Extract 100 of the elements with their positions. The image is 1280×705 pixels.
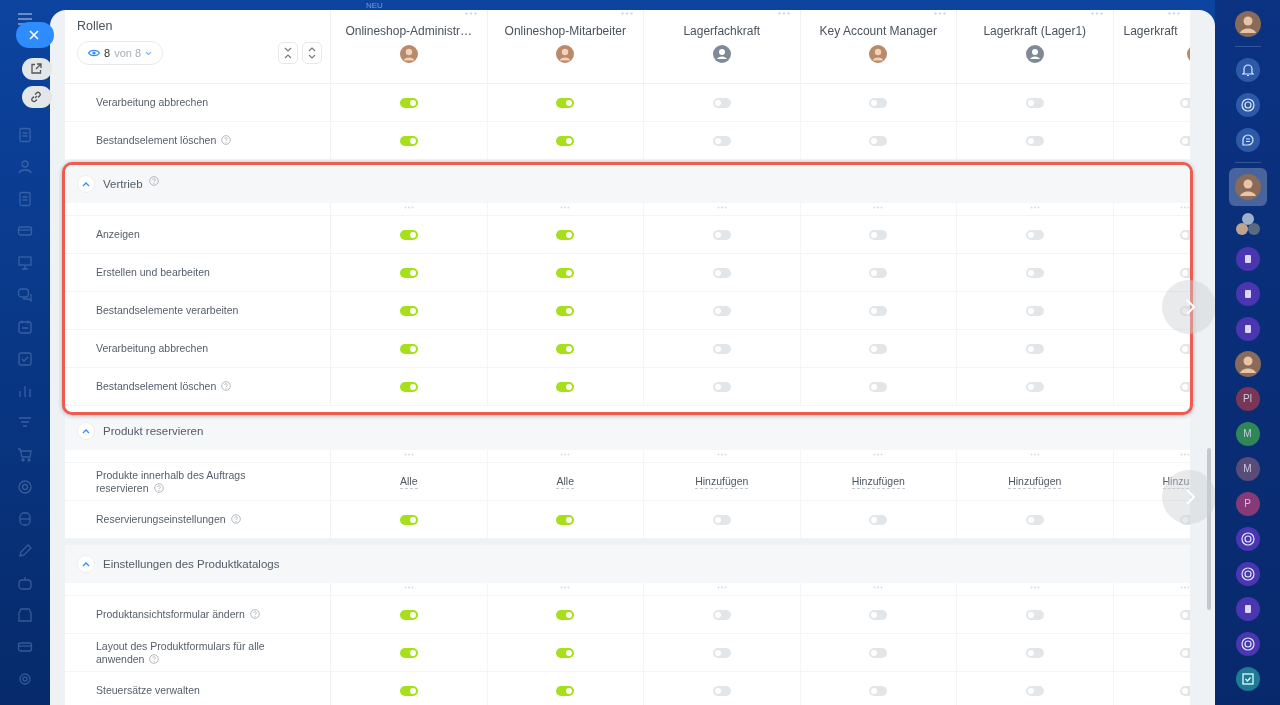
help-icon[interactable] bbox=[230, 514, 241, 524]
permission-switch[interactable] bbox=[556, 381, 575, 392]
target-icon[interactable] bbox=[17, 479, 33, 495]
permission-switch[interactable] bbox=[869, 267, 888, 278]
more-icon[interactable] bbox=[1179, 206, 1190, 209]
document-icon[interactable] bbox=[17, 127, 33, 143]
more-icon[interactable] bbox=[716, 453, 727, 456]
permission-switch[interactable] bbox=[869, 97, 888, 108]
permission-switch[interactable] bbox=[1025, 229, 1044, 240]
permission-switch[interactable] bbox=[712, 685, 731, 696]
more-icon[interactable] bbox=[716, 586, 727, 589]
more-icon[interactable] bbox=[1029, 586, 1040, 589]
permission-switch[interactable] bbox=[556, 305, 575, 316]
help-icon[interactable] bbox=[149, 653, 160, 664]
link-button[interactable] bbox=[22, 86, 52, 108]
permission-switch[interactable] bbox=[869, 514, 888, 525]
permission-switch[interactable] bbox=[556, 229, 575, 240]
permission-switch[interactable] bbox=[712, 647, 731, 658]
people-icon[interactable] bbox=[17, 159, 33, 175]
box-icon[interactable] bbox=[17, 511, 33, 527]
more-icon[interactable] bbox=[1029, 453, 1040, 456]
permission-switch[interactable] bbox=[1025, 267, 1044, 278]
permission-switch[interactable] bbox=[712, 97, 731, 108]
permission-switch[interactable] bbox=[869, 685, 888, 696]
checkbox-icon[interactable] bbox=[17, 351, 33, 367]
permission-switch[interactable] bbox=[712, 343, 731, 354]
board-icon[interactable] bbox=[17, 255, 33, 271]
collapse-toggle[interactable] bbox=[77, 555, 95, 573]
card-icon[interactable] bbox=[17, 639, 33, 655]
help-icon[interactable] bbox=[148, 176, 159, 186]
help-icon[interactable] bbox=[153, 482, 164, 493]
permission-switch[interactable] bbox=[399, 305, 418, 316]
open-in-new-button[interactable] bbox=[22, 58, 52, 80]
more-icon[interactable] bbox=[873, 453, 884, 456]
permission-switch[interactable] bbox=[399, 343, 418, 354]
permission-switch[interactable] bbox=[869, 135, 888, 146]
expand-all-button[interactable] bbox=[302, 42, 322, 64]
more-icon[interactable] bbox=[873, 586, 884, 589]
more-icon[interactable] bbox=[621, 12, 633, 15]
access-level-link[interactable]: Hinzufügen bbox=[851, 474, 905, 489]
permission-switch[interactable] bbox=[1025, 97, 1044, 108]
access-level-link[interactable]: Alle bbox=[400, 474, 418, 489]
chat-icon[interactable] bbox=[17, 287, 33, 303]
collapse-toggle[interactable] bbox=[77, 175, 95, 193]
collapse-all-button[interactable] bbox=[278, 42, 298, 64]
permission-switch[interactable] bbox=[1025, 514, 1044, 525]
more-icon[interactable] bbox=[403, 453, 414, 456]
more-icon[interactable] bbox=[1179, 586, 1190, 589]
permission-switch[interactable] bbox=[1025, 305, 1044, 316]
close-button[interactable] bbox=[16, 22, 54, 48]
permission-switch[interactable] bbox=[556, 609, 575, 620]
chart-icon[interactable] bbox=[17, 383, 33, 399]
more-icon[interactable] bbox=[716, 206, 727, 209]
calendar-icon[interactable] bbox=[17, 319, 33, 335]
more-icon[interactable] bbox=[560, 453, 571, 456]
permission-switch[interactable] bbox=[1025, 647, 1044, 658]
more-icon[interactable] bbox=[560, 206, 571, 209]
sidebar-item[interactable] bbox=[1228, 168, 1267, 206]
permission-switch[interactable] bbox=[1025, 135, 1044, 146]
collapse-toggle[interactable] bbox=[77, 422, 95, 440]
permission-switch[interactable] bbox=[399, 609, 418, 620]
permission-switch[interactable] bbox=[869, 609, 888, 620]
scroll-right-button[interactable] bbox=[1162, 470, 1215, 524]
more-icon[interactable] bbox=[934, 12, 946, 15]
permission-switch[interactable] bbox=[1025, 381, 1044, 392]
permission-switch[interactable] bbox=[869, 381, 888, 392]
help-icon[interactable] bbox=[249, 609, 260, 619]
permission-switch[interactable] bbox=[399, 229, 418, 240]
permission-switch[interactable] bbox=[399, 381, 418, 392]
permission-switch[interactable] bbox=[399, 97, 418, 108]
more-icon[interactable] bbox=[1179, 453, 1190, 456]
more-icon[interactable] bbox=[403, 206, 414, 209]
access-level-link[interactable]: Alle bbox=[556, 474, 574, 489]
scroll-right-button[interactable] bbox=[1162, 280, 1215, 334]
sidebar-item[interactable]: Pl bbox=[1228, 381, 1267, 416]
help-icon[interactable] bbox=[221, 135, 232, 145]
cart-icon[interactable] bbox=[17, 447, 33, 463]
permission-switch[interactable] bbox=[556, 267, 575, 278]
document-icon[interactable] bbox=[17, 191, 33, 207]
access-level-link[interactable]: Hinzufügen bbox=[695, 474, 749, 489]
permission-switch[interactable] bbox=[869, 305, 888, 316]
help-icon[interactable] bbox=[221, 381, 232, 391]
permission-switch[interactable] bbox=[712, 267, 731, 278]
role-filter-button[interactable]: 8 von 8 bbox=[77, 41, 164, 65]
permission-switch[interactable] bbox=[399, 685, 418, 696]
pencil-icon[interactable] bbox=[17, 543, 33, 559]
permission-switch[interactable] bbox=[712, 609, 731, 620]
more-icon[interactable] bbox=[873, 206, 884, 209]
more-icon[interactable] bbox=[1029, 206, 1040, 209]
permission-switch[interactable] bbox=[712, 381, 731, 392]
permission-switch[interactable] bbox=[556, 135, 575, 146]
more-icon[interactable] bbox=[1168, 12, 1180, 15]
more-icon[interactable] bbox=[403, 586, 414, 589]
more-icon[interactable] bbox=[560, 586, 571, 589]
permission-switch[interactable] bbox=[399, 514, 418, 525]
permission-switch[interactable] bbox=[556, 97, 575, 108]
permission-switch[interactable] bbox=[556, 647, 575, 658]
card-icon[interactable] bbox=[17, 223, 33, 239]
permission-switch[interactable] bbox=[712, 135, 731, 146]
permission-switch[interactable] bbox=[556, 343, 575, 354]
